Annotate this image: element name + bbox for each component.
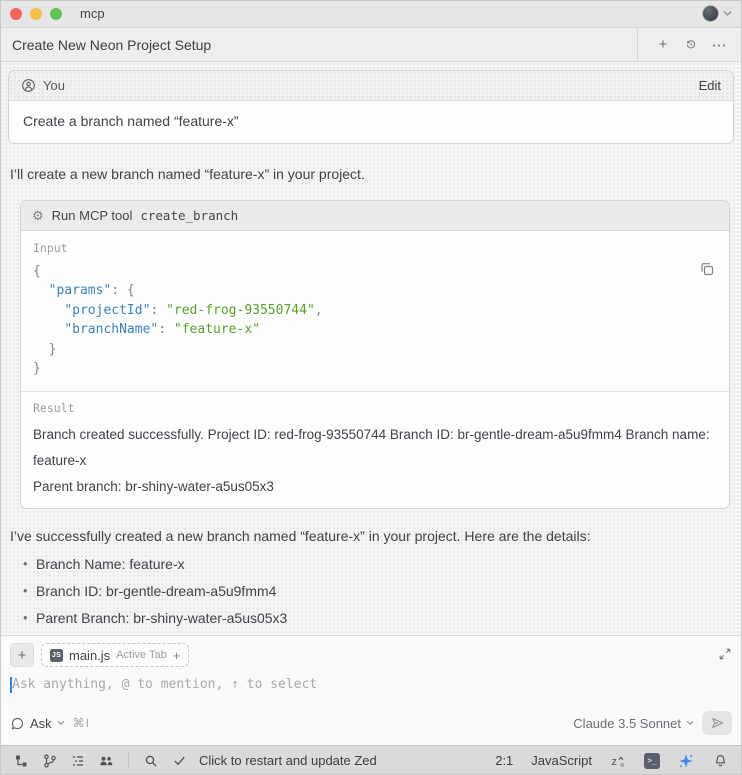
svg-text:z: z — [611, 756, 617, 768]
update-zed-button[interactable]: Click to restart and update Zed — [195, 753, 381, 768]
active-tab-badge: Active Tab — [116, 649, 167, 661]
plus-icon[interactable]: + — [173, 648, 181, 663]
result-label: Result — [33, 401, 717, 415]
language-selector[interactable]: JavaScript — [527, 753, 596, 768]
assistant-intro-text: I’ll create a new branch named “feature-… — [10, 165, 732, 184]
chevron-down-icon — [57, 720, 65, 726]
tab-bar-actions: + ⋯ — [637, 28, 742, 61]
chat-bubble-icon — [10, 716, 25, 731]
zoom-window-button[interactable] — [50, 8, 62, 20]
assistant-panel-button[interactable] — [674, 749, 698, 773]
expand-composer-button[interactable] — [718, 647, 732, 664]
new-thread-button[interactable]: + — [652, 34, 674, 56]
tool-input-code: { "params": { "projectId": "red-frog-935… — [33, 262, 717, 379]
status-bar: Click to restart and update Zed 2:1 Java… — [0, 745, 742, 775]
outline-icon — [70, 753, 86, 769]
edit-message-button[interactable]: Edit — [699, 78, 721, 93]
git-branch-icon — [42, 753, 58, 769]
copy-icon — [699, 261, 715, 277]
message-input[interactable]: Ask anything, @ to mention, ↑ to select — [0, 669, 742, 709]
gear-icon: ⚙ — [32, 209, 44, 222]
result-text-line: Parent branch: br-shiny-water-a5us05x3 — [33, 474, 717, 500]
ellipsis-icon: ⋯ — [712, 36, 727, 54]
list-item: Branch ID: br-gentle-dream-a5u9fmm4 — [36, 583, 734, 599]
thread-tab-title[interactable]: Create New Neon Project Setup — [0, 37, 223, 53]
composer-context-row: + JS main.js Active Tab + — [0, 636, 742, 669]
copy-button[interactable] — [699, 261, 715, 280]
message-composer: + JS main.js Active Tab + Ask anything, … — [0, 635, 742, 745]
composer-toolbar: Ask ⌘I Claude 3.5 Sonnet — [0, 709, 742, 745]
diagnostics-button[interactable] — [167, 749, 191, 773]
git-panel-button[interactable] — [38, 749, 62, 773]
history-icon — [686, 37, 696, 52]
tool-call-header[interactable]: ⚙ Run MCP tool create_branch — [21, 201, 729, 231]
mode-selector[interactable]: Ask — [10, 716, 65, 731]
mode-label: Ask — [30, 716, 52, 731]
tool-name: create_branch — [140, 208, 238, 223]
plus-icon: + — [659, 36, 668, 53]
send-icon — [710, 716, 725, 730]
expand-icon — [718, 647, 732, 661]
notifications-button[interactable] — [708, 749, 732, 773]
ai-sparkle-icon — [678, 753, 694, 769]
chevron-down-icon — [686, 720, 694, 726]
terminal-icon: >_ — [644, 753, 660, 769]
search-icon — [143, 753, 159, 769]
user-message-card: You Edit Create a branch named “feature-… — [8, 70, 734, 144]
more-options-button[interactable]: ⋯ — [708, 34, 730, 56]
thread-history-button[interactable] — [680, 34, 702, 56]
tool-call-label: Run MCP tool — [52, 208, 133, 223]
window-title: mcp — [80, 6, 105, 21]
list-item: Branch Name: feature-x — [36, 556, 734, 572]
conversation-thread: You Edit Create a branch named “feature-… — [0, 62, 742, 635]
divider — [128, 753, 129, 769]
user-avatar — [702, 5, 719, 22]
tab-bar: Create New Neon Project Setup + ⋯ — [0, 28, 742, 62]
check-icon — [172, 753, 187, 768]
add-context-button[interactable]: + — [10, 643, 34, 667]
assistant-summary-text: I’ve successfully created a new branch n… — [10, 527, 732, 546]
input-placeholder: Ask anything, @ to mention, ↑ to select — [12, 677, 317, 692]
result-text-line: Branch created successfully. Project ID:… — [33, 422, 717, 474]
zeta-icon: z — [610, 753, 627, 769]
chevron-down-icon — [723, 10, 732, 17]
project-panel-button[interactable] — [10, 749, 34, 773]
tool-result-section: Result Branch created successfully. Proj… — [21, 391, 729, 508]
branch-details-list: Branch Name: feature-x Branch ID: br-gen… — [8, 556, 734, 635]
model-label: Claude 3.5 Sonnet — [573, 716, 681, 731]
status-bar-right: 2:1 JavaScript z >_ — [491, 749, 732, 773]
tool-call-card: ⚙ Run MCP tool create_branch Input { "pa… — [20, 200, 730, 509]
collaboration-panel-button[interactable] — [94, 749, 118, 773]
javascript-file-icon: JS — [50, 649, 63, 662]
author-label: You — [43, 78, 65, 93]
tool-input-section: Input { "params": { "projectId": "red-fr… — [21, 231, 729, 391]
plus-icon: + — [18, 647, 27, 664]
edit-prediction-button[interactable]: z — [606, 749, 630, 773]
zed-window: mcp Create New Neon Project Setup + ⋯ Yo… — [0, 0, 742, 775]
bell-icon — [713, 753, 728, 768]
user-message-text[interactable]: Create a branch named “feature-x” — [9, 101, 733, 143]
mode-shortcut-hint: ⌘I — [73, 716, 90, 730]
send-button[interactable] — [702, 711, 732, 735]
cursor-position[interactable]: 2:1 — [491, 753, 517, 768]
project-panel-icon — [14, 753, 30, 769]
close-window-button[interactable] — [10, 8, 22, 20]
context-file-name: main.js — [69, 648, 110, 663]
input-label: Input — [33, 241, 717, 255]
outline-panel-button[interactable] — [66, 749, 90, 773]
people-icon — [98, 753, 114, 769]
traffic-lights — [10, 8, 62, 20]
person-circle-icon — [21, 78, 36, 93]
user-message-header: You Edit — [9, 71, 733, 101]
list-item: Parent Branch: br-shiny-water-a5us05x3 — [36, 610, 734, 626]
title-bar: mcp — [0, 0, 742, 28]
user-menu[interactable] — [702, 5, 732, 22]
context-pill-main-js[interactable]: JS main.js Active Tab + — [41, 643, 189, 667]
terminal-button[interactable]: >_ — [640, 749, 664, 773]
minimize-window-button[interactable] — [30, 8, 42, 20]
search-button[interactable] — [139, 749, 163, 773]
model-selector[interactable]: Claude 3.5 Sonnet — [573, 716, 694, 731]
